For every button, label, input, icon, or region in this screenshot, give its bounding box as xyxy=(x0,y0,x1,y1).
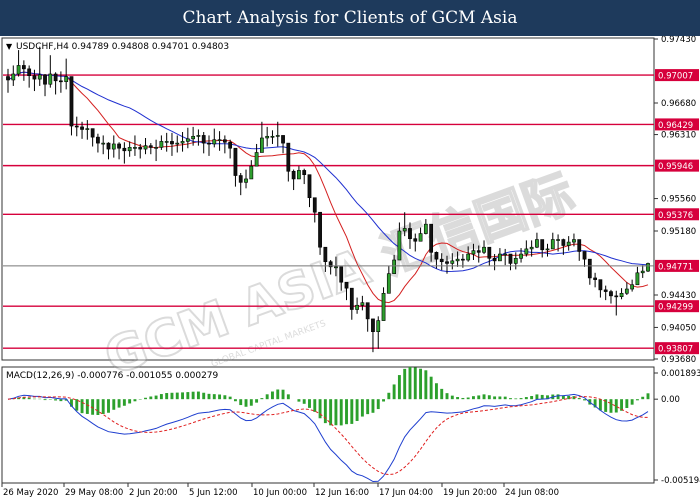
level-price-label: 0.95946 xyxy=(658,162,693,172)
chart-banner-title: Chart Analysis for Clients of GCM Asia xyxy=(0,0,700,36)
macd-tick-label: -0.005194 xyxy=(661,476,700,486)
price-tick-label: 0.97430 xyxy=(661,36,696,45)
time-tick-label: 12 Jun 16:00 xyxy=(315,488,369,498)
current-price-label: 0.94771 xyxy=(658,262,693,272)
symbol-info: USDCHF,H4 0.94789 0.94808 0.94701 0.9480… xyxy=(16,42,229,52)
price-tick-label: 0.95560 xyxy=(661,195,696,205)
macd-tick-label: 0.001893 xyxy=(661,369,700,379)
candle xyxy=(646,262,650,272)
time-tick-label: 17 Jun 04:00 xyxy=(379,488,433,498)
level-price-label: 0.93807 xyxy=(658,345,693,355)
level-price-label: 0.97007 xyxy=(658,72,693,82)
dropdown-triangle-icon[interactable]: ▼ xyxy=(6,42,13,51)
price-tick-label: 0.96310 xyxy=(661,131,696,141)
time-tick-label: 5 Jun 12:00 xyxy=(189,488,238,498)
level-price-label: 0.95376 xyxy=(658,211,693,221)
time-tick-label: 29 May 08:00 xyxy=(65,488,123,498)
price-tick-label: 0.96680 xyxy=(661,99,696,109)
price-tick-label: 0.93680 xyxy=(661,355,696,365)
time-tick-label: 10 Jun 00:00 xyxy=(253,488,307,498)
time-tick-label: 24 Jun 08:00 xyxy=(505,488,559,498)
level-price-label: 0.96429 xyxy=(658,121,693,131)
macd-label: MACD(12,26,9) -0.000776 -0.001055 0.0002… xyxy=(6,371,219,381)
time-tick-label: 19 Jun 20:00 xyxy=(443,488,497,498)
level-price-label: 0.94299 xyxy=(658,303,693,313)
time-tick-label: 26 May 2020 xyxy=(3,488,58,498)
macd-tick-label: 0.00 xyxy=(661,395,680,405)
price-tick-label: 0.94050 xyxy=(661,323,696,333)
price-tick-label: 0.95180 xyxy=(661,227,696,237)
macd-panel xyxy=(1,366,655,484)
chart-area[interactable]: GCM ASIA 汇信国际 GLOBAL CAPITAL MARKETS 0.9… xyxy=(0,36,700,500)
price-tick-label: 0.94430 xyxy=(661,291,696,301)
time-tick-label: 2 Jun 20:00 xyxy=(129,488,178,498)
